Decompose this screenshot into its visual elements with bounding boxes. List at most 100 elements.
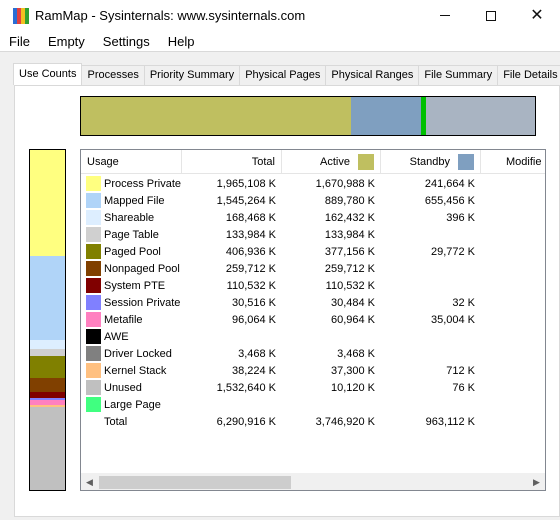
column-header-total[interactable]: Total (182, 150, 282, 174)
horizontal-scrollbar[interactable]: ◀ ▶ (81, 473, 545, 490)
table-row[interactable]: Shareable 168,468 K 162,432 K 396 K (81, 209, 545, 226)
tab-file-details[interactable]: File Details (497, 65, 560, 85)
table-row[interactable]: Unused 1,532,640 K 10,120 K 76 K (81, 379, 545, 396)
usage-color-swatch (86, 346, 101, 361)
active-cell: 30,484 K (330, 296, 375, 309)
standby-cell: 963,112 K (425, 415, 475, 428)
usage-cell: Metafile (81, 312, 182, 327)
usage-cell: System PTE (81, 278, 182, 293)
usage-color-swatch (86, 227, 101, 242)
column-header-active[interactable]: Active (282, 150, 381, 174)
close-icon: ✕ (530, 6, 544, 24)
window-title: RamMap - Sysinternals: www.sysinternals.… (35, 8, 306, 23)
usage-label: Large Page (104, 398, 161, 411)
menu-settings[interactable]: Settings (94, 34, 159, 49)
tab-physical-ranges[interactable]: Physical Ranges (325, 65, 420, 85)
state-segment-free (425, 97, 535, 135)
usage-segment (30, 256, 65, 340)
scroll-thumb[interactable] (99, 476, 291, 489)
total-cell: 110,532 K (226, 279, 276, 292)
usage-cell: Unused (81, 380, 182, 395)
usage-label: Driver Locked (104, 347, 172, 360)
usage-cell: Paged Pool (81, 244, 182, 259)
usage-color-swatch (86, 295, 101, 310)
active-cell: 162,432 K (324, 211, 375, 224)
menu-help[interactable]: Help (159, 34, 204, 49)
client-area: Use Counts Processes Priority Summary Ph… (0, 52, 560, 520)
tab-processes[interactable]: Processes (81, 65, 145, 85)
usage-color-swatch (86, 193, 101, 208)
column-header-standby[interactable]: Standby (381, 150, 481, 174)
standby-color-swatch (458, 154, 474, 170)
usage-cell: Process Private (81, 176, 182, 191)
rammap-app-icon (13, 8, 29, 24)
usage-label: Total (104, 415, 128, 428)
usage-cell: Nonpaged Pool (81, 261, 182, 276)
usage-cell: Page Table (81, 227, 182, 242)
use-counts-list[interactable]: Usage Total Active Standby Modifie Proce… (80, 149, 546, 491)
tab-physical-pages[interactable]: Physical Pages (239, 65, 327, 85)
usage-label: Kernel Stack (104, 364, 167, 377)
total-cell: 1,965,108 K (216, 177, 276, 190)
table-row[interactable]: Paged Pool 406,936 K 377,156 K 29,772 K (81, 243, 545, 260)
tab-file-summary[interactable]: File Summary (418, 65, 499, 85)
state-segment-active (81, 97, 352, 135)
total-cell: 406,936 K (225, 245, 276, 258)
usage-cell: Driver Locked (81, 346, 182, 361)
scroll-right-arrow-icon[interactable]: ▶ (528, 474, 545, 490)
table-row[interactable]: AWE (81, 328, 545, 345)
table-row[interactable]: Large Page (81, 396, 545, 413)
modified-cell: 5 (481, 178, 545, 190)
active-cell: 3,468 K (337, 347, 375, 360)
active-cell: 10,120 K (330, 381, 375, 394)
column-header-usage[interactable]: Usage (81, 150, 182, 174)
standby-cell: 241,664 K (424, 177, 475, 190)
column-header-modified[interactable]: Modifie (481, 150, 545, 174)
usage-cell: AWE (81, 329, 182, 344)
usage-cell: Total (81, 414, 182, 429)
usage-label: Nonpaged Pool (104, 262, 180, 275)
total-cell: 1,545,264 K (216, 194, 276, 207)
usage-segment (30, 407, 65, 490)
usage-cell: Shareable (81, 210, 182, 225)
maximize-button[interactable] (468, 0, 514, 31)
table-row[interactable]: Process Private 1,965,108 K 1,670,988 K 241… (81, 175, 545, 192)
use-counts-panel: Usage Total Active Standby Modifie Proce… (14, 85, 560, 517)
table-row[interactable]: Mapped File 1,545,264 K 889,780 K 655,456 K (81, 192, 545, 209)
standby-cell: 396 K (446, 211, 475, 224)
menu-empty[interactable]: Empty (39, 34, 94, 49)
scroll-left-arrow-icon[interactable]: ◀ (81, 474, 98, 490)
table-row[interactable]: Metafile 96,064 K 60,964 K 35,004 K (81, 311, 545, 328)
state-segment-standby (351, 97, 422, 135)
usage-color-swatch (86, 363, 101, 378)
table-row[interactable]: System PTE 110,532 K 110,532 K (81, 277, 545, 294)
usage-cell: Large Page (81, 397, 182, 412)
minimize-button[interactable] (422, 0, 468, 31)
table-row[interactable]: Driver Locked 3,468 K 3,468 K (81, 345, 545, 362)
menu-file[interactable]: File (0, 34, 39, 49)
table-row[interactable]: Session Private 30,516 K 30,484 K 32 K (81, 294, 545, 311)
active-color-swatch (358, 154, 374, 170)
active-cell: 60,964 K (330, 313, 375, 326)
table-row[interactable]: Total 6,290,916 K 3,746,920 K 963,112 K 5 (81, 413, 545, 430)
menu-bar: File Empty Settings Help (0, 31, 560, 51)
tab-priority-summary[interactable]: Priority Summary (143, 65, 241, 85)
total-cell: 168,468 K (225, 211, 276, 224)
column-header-active-label: Active (320, 156, 350, 168)
table-row[interactable]: Nonpaged Pool 259,712 K 259,712 K (81, 260, 545, 277)
usage-color-swatch (86, 380, 101, 395)
table-row[interactable]: Page Table 133,984 K 133,984 K (81, 226, 545, 243)
usage-cell: Kernel Stack (81, 363, 182, 378)
total-cell: 133,984 K (225, 228, 276, 241)
usage-color-swatch (86, 312, 101, 327)
usage-cell: Mapped File (81, 193, 182, 208)
total-cell: 259,712 K (225, 262, 276, 275)
close-button[interactable]: ✕ (514, 0, 560, 31)
active-cell: 889,780 K (324, 194, 375, 207)
tab-strip: Use Counts Processes Priority Summary Ph… (13, 63, 560, 85)
tab-use-counts[interactable]: Use Counts (13, 63, 83, 85)
list-body: Process Private 1,965,108 K 1,670,988 K 241… (81, 175, 545, 430)
active-cell: 259,712 K (324, 262, 375, 275)
table-row[interactable]: Kernel Stack 38,224 K 37,300 K 712 K (81, 362, 545, 379)
usage-label: Unused (104, 381, 142, 394)
